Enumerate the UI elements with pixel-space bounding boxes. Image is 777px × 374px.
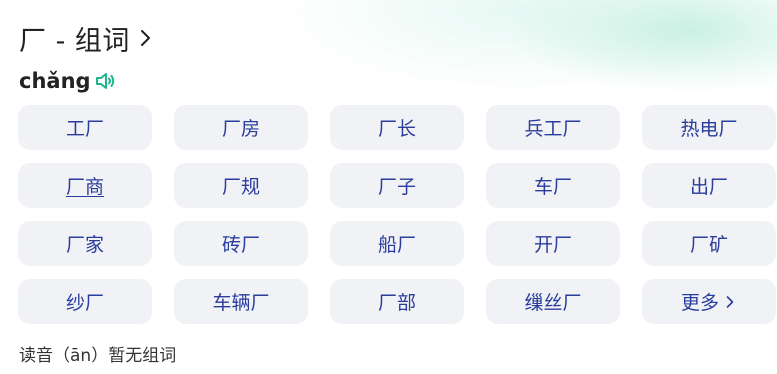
word-item[interactable]: 厂子 — [330, 163, 464, 208]
chevron-right-icon — [140, 30, 150, 46]
word-item[interactable]: 出厂 — [642, 163, 776, 208]
more-label: 更多 — [680, 292, 719, 314]
word-item-hovered[interactable]: 厂商 — [18, 163, 152, 208]
word-item[interactable]: 厂部 — [330, 279, 464, 324]
pinyin-row: chǎng — [19, 66, 118, 96]
word-item[interactable]: 纱厂 — [18, 279, 152, 324]
word-item[interactable]: 砖厂 — [174, 221, 308, 266]
word-item[interactable]: 船厂 — [330, 221, 464, 266]
word-item[interactable]: 开厂 — [486, 221, 620, 266]
chevron-right-icon — [726, 295, 734, 308]
page-title: 厂 - 组词 — [19, 25, 130, 57]
speaker-icon[interactable] — [94, 69, 118, 93]
word-item[interactable]: 车厂 — [486, 163, 620, 208]
word-item[interactable]: 车辆厂 — [174, 279, 308, 324]
word-item[interactable]: 工厂 — [18, 105, 152, 150]
page-title-link[interactable]: 厂 - 组词 — [19, 18, 156, 58]
word-item[interactable]: 热电厂 — [642, 105, 776, 150]
word-item[interactable]: 厂房 — [174, 105, 308, 150]
word-item[interactable]: 厂规 — [174, 163, 308, 208]
word-grid: 工厂 厂房 厂长 兵工厂 热电厂 厂商 厂规 厂子 车厂 出厂 厂家 砖厂 船厂… — [18, 105, 776, 324]
pronunciation-note: 读音（ān）暂无组词 — [19, 346, 177, 366]
pinyin-text: chǎng — [19, 69, 91, 93]
word-item[interactable]: 兵工厂 — [486, 105, 620, 150]
word-item[interactable]: 缫丝厂 — [486, 279, 620, 324]
more-button[interactable]: 更多 — [642, 279, 776, 324]
word-item[interactable]: 厂长 — [330, 105, 464, 150]
word-item[interactable]: 厂矿 — [642, 221, 776, 266]
word-item[interactable]: 厂家 — [18, 221, 152, 266]
